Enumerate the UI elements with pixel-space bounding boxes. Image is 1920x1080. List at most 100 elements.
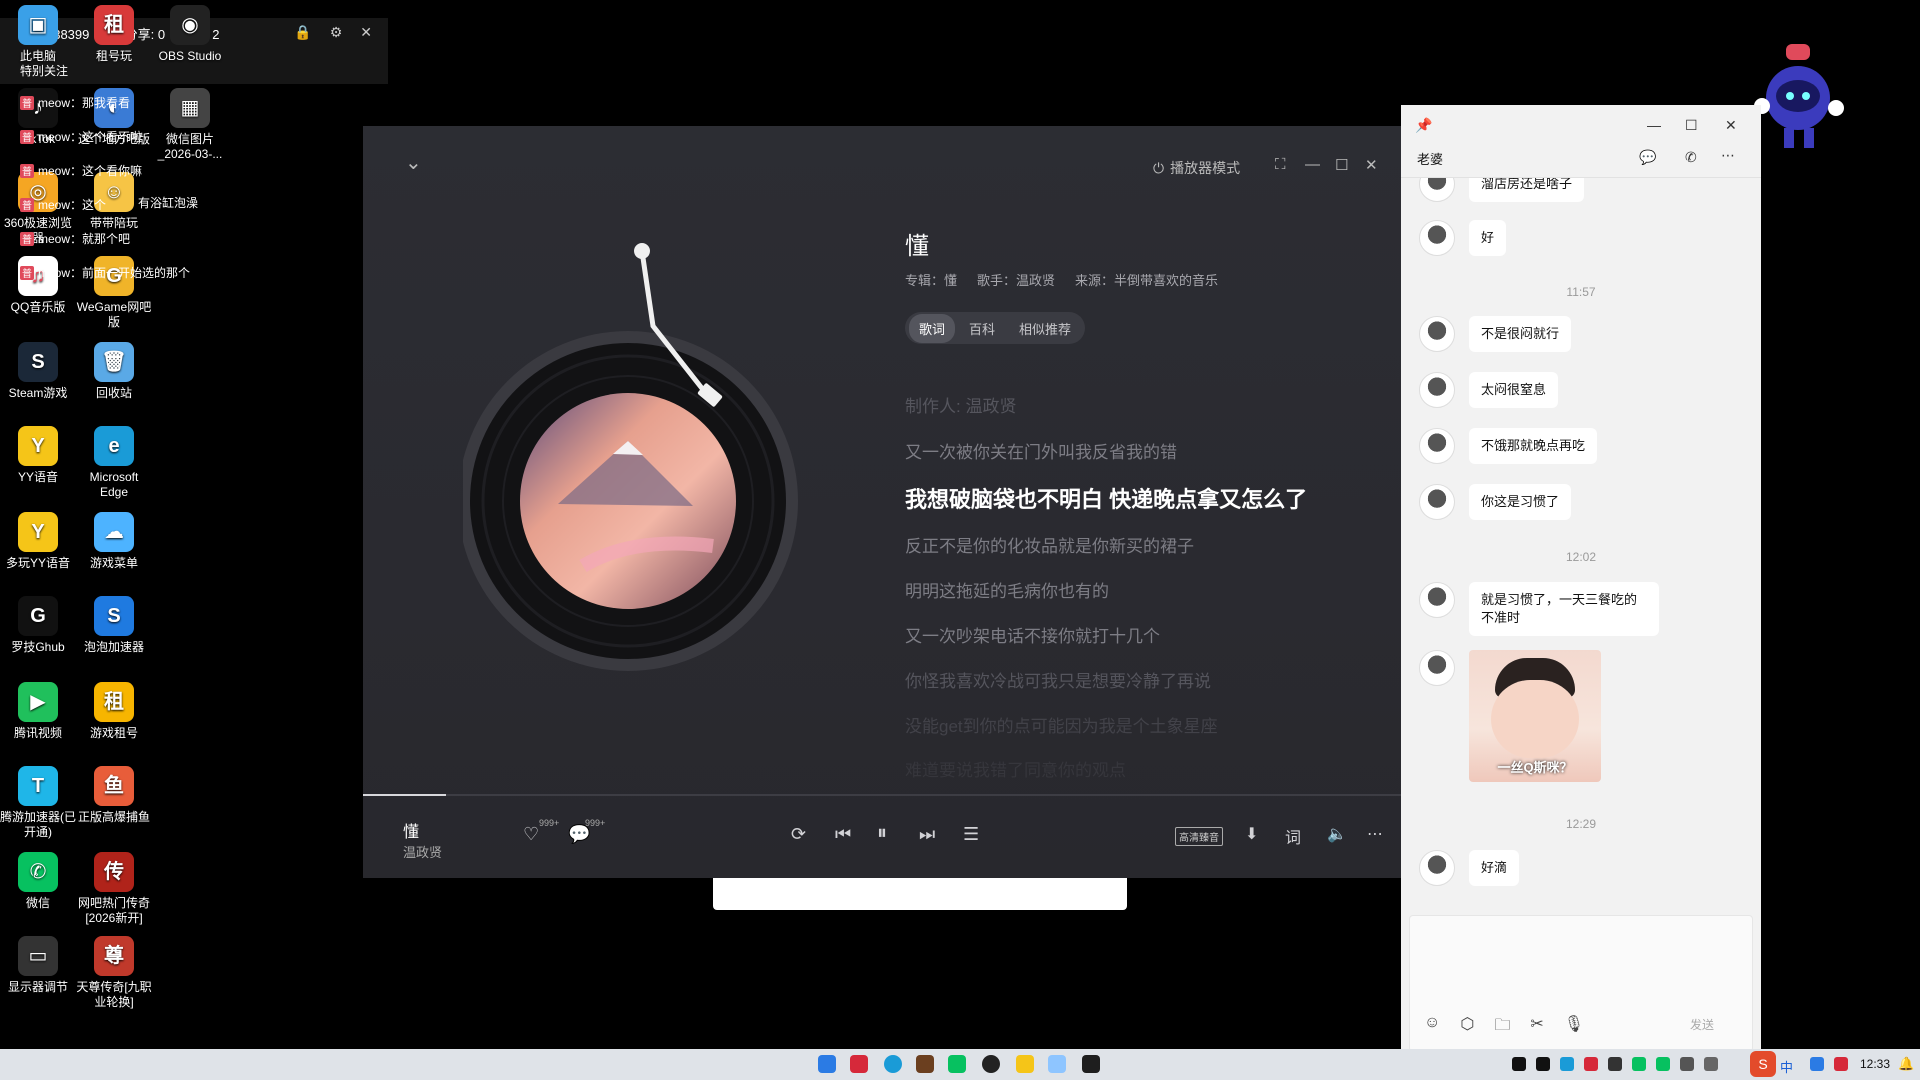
previous-icon[interactable]: ⏮ xyxy=(835,824,851,845)
desktop-icon[interactable]: 租租号玩 xyxy=(76,5,152,64)
desktop-icon[interactable]: 租游戏租号 xyxy=(76,682,152,741)
clock[interactable]: 12:33 xyxy=(1860,1057,1890,1071)
album-label[interactable]: 专辑：懂 xyxy=(905,270,957,289)
minimize-icon[interactable]: — xyxy=(1305,156,1320,173)
progress-track[interactable] xyxy=(363,794,1403,796)
desktop-icon[interactable]: 鱼正版高爆捕鱼 xyxy=(76,766,152,825)
gear-icon[interactable]: ⚙ xyxy=(330,24,343,41)
message-bubble[interactable]: 你这是习惯了 xyxy=(1469,484,1572,520)
avatar[interactable] xyxy=(1419,178,1455,202)
desktop-icon[interactable]: ✆ 微信 xyxy=(0,852,76,911)
message-input[interactable]: ☺ ⬡ 🗀 ✂ 🎙 发送 xyxy=(1409,915,1753,1052)
tray-app-icon[interactable] xyxy=(1834,1057,1848,1071)
notification-bell-icon[interactable]: 🔔 xyxy=(1898,1056,1914,1072)
phone-icon[interactable]: ✆ xyxy=(1685,149,1697,166)
avatar[interactable] xyxy=(1419,484,1455,520)
desktop-icon[interactable]: e Microsoft Edge xyxy=(76,426,152,500)
wechat-icon[interactable] xyxy=(948,1055,966,1073)
desktop-icon[interactable]: 有浴缸泡澡 xyxy=(130,196,206,211)
box-icon[interactable]: ⬡ xyxy=(1460,1014,1474,1041)
desktop-icon[interactable]: ▦ 微信图片_2026-03-... xyxy=(152,88,228,162)
lock-icon[interactable]: 🔒 xyxy=(294,24,311,41)
tab-lyrics[interactable]: 歌词 xyxy=(909,313,956,343)
desktop-icon[interactable]: ☁ 游戏菜单 xyxy=(76,512,152,571)
message-bubble[interactable]: 不是很闷就行 xyxy=(1469,316,1572,352)
microphone-icon[interactable]: 🎙 xyxy=(1564,1014,1584,1041)
chat-contact-name[interactable]: 老婆 xyxy=(1417,149,1443,168)
volume-icon[interactable]: 🔈 xyxy=(1327,824,1347,844)
desktop-icon[interactable]: Y YY语音 xyxy=(0,426,76,485)
message-bubble[interactable]: 好滴 xyxy=(1469,850,1520,886)
singer-label[interactable]: 歌手：温政贤 xyxy=(977,270,1055,289)
sogou-ime-icon[interactable]: S xyxy=(1750,1051,1776,1077)
scissors-icon[interactable]: ✂ xyxy=(1530,1014,1543,1041)
lyrics-icon[interactable]: 词 xyxy=(1285,824,1301,848)
close-icon[interactable]: ✕ xyxy=(1365,156,1378,174)
robot-mascot-icon[interactable] xyxy=(1750,42,1850,154)
desktop-icon[interactable]: ▶ 腾讯视频 xyxy=(0,682,76,741)
app-icon[interactable] xyxy=(1082,1055,1100,1073)
now-playing-artist[interactable]: 温政贤 xyxy=(403,842,442,861)
desktop-icon[interactable]: S 泡泡加速器 xyxy=(76,596,152,655)
like-heart-icon[interactable]: ♡ xyxy=(523,824,539,845)
desktop-icon[interactable]: S Steam游戏 xyxy=(0,342,76,401)
start-icon[interactable] xyxy=(818,1055,836,1073)
tray-app-icon[interactable] xyxy=(1560,1057,1574,1071)
source-label[interactable]: 来源：半倒带喜欢的音乐 xyxy=(1075,270,1218,289)
message-bubble[interactable]: 不饿那就晚点再吃 xyxy=(1469,428,1598,464)
desktop-icon[interactable]: 尊天尊传奇[九职业轮换] xyxy=(76,936,152,1010)
tab-wiki[interactable]: 百科 xyxy=(959,314,1005,343)
close-icon[interactable]: ✕ xyxy=(1725,117,1737,134)
emoji-icon[interactable]: ☺ xyxy=(1424,1014,1440,1041)
netease-music-icon[interactable] xyxy=(850,1055,868,1073)
avatar[interactable] xyxy=(1419,850,1455,886)
message-bubble[interactable]: 太闷很窒息 xyxy=(1469,372,1559,408)
minimize-icon[interactable]: — xyxy=(1647,117,1661,133)
avatar[interactable] xyxy=(1419,316,1455,352)
ime-mode[interactable]: 中 xyxy=(1780,1057,1793,1076)
pause-icon[interactable]: ⏸ xyxy=(877,822,887,845)
sticker-image[interactable]: 一丝Q斯咪？ xyxy=(1469,650,1601,782)
desktop-icon[interactable]: 传网吧热门传奇[2026新开] xyxy=(76,852,152,926)
app-icon[interactable] xyxy=(916,1055,934,1073)
desktop-icon[interactable]: G 罗技Ghub xyxy=(0,596,76,655)
folder-icon[interactable]: 🗀 xyxy=(1494,1014,1510,1041)
message-bubble[interactable]: 好 xyxy=(1469,220,1507,256)
desktop-icon[interactable]: ▣ 此电脑 xyxy=(0,5,76,64)
playlist-icon[interactable]: ☰ xyxy=(963,824,979,845)
desktop-icon[interactable]: ◉ OBS Studio xyxy=(152,5,228,64)
maximize-icon[interactable]: ☐ xyxy=(1685,117,1698,134)
more-icon[interactable]: ⋯ xyxy=(1721,147,1735,164)
avatar[interactable] xyxy=(1419,428,1455,464)
avatar[interactable] xyxy=(1419,582,1455,618)
edge-icon[interactable] xyxy=(884,1055,902,1073)
pin-icon[interactable]: 📌 xyxy=(1415,117,1432,134)
cloud-icon[interactable] xyxy=(1048,1055,1066,1073)
more-icon[interactable]: ⋯ xyxy=(1367,824,1383,844)
next-icon[interactable]: ⏭ xyxy=(919,824,935,845)
fullscreen-icon[interactable]: ⛶ xyxy=(1275,156,1286,173)
tray-app-icon[interactable] xyxy=(1632,1057,1646,1071)
tray-app-icon[interactable] xyxy=(1680,1057,1694,1071)
avatar[interactable] xyxy=(1419,372,1455,408)
tray-app-icon[interactable] xyxy=(1584,1057,1598,1071)
yy-icon[interactable] xyxy=(1016,1055,1034,1073)
player-mode-button[interactable]: ⏻ 播放器模式 xyxy=(1153,158,1240,178)
maximize-icon[interactable]: ☐ xyxy=(1335,156,1348,174)
chat-bubble-icon[interactable]: 💬 xyxy=(1639,149,1656,166)
send-button[interactable]: 发送 xyxy=(1690,1016,1714,1033)
quality-badge[interactable]: 高清臻音 xyxy=(1175,827,1223,846)
obs-icon[interactable] xyxy=(982,1055,1000,1073)
desktop-icon[interactable]: Y 多玩YY语音 xyxy=(0,512,76,571)
tab-similar[interactable]: 相似推荐 xyxy=(1009,314,1081,343)
desktop-icon[interactable]: T 腾游加速器(已开通) xyxy=(0,766,76,840)
download-icon[interactable]: ⬇ xyxy=(1245,824,1258,844)
desktop-icon[interactable]: ▭ 显示器调节 xyxy=(0,936,76,995)
collapse-chevron-icon[interactable]: ⌄ xyxy=(405,150,422,175)
desktop-icon[interactable]: 🗑 回收站 xyxy=(76,342,152,401)
tray-app-icon[interactable] xyxy=(1608,1057,1622,1071)
tray-app-icon[interactable] xyxy=(1704,1057,1718,1071)
message-bubble[interactable]: 就是习惯了，一天三餐吃的不准时 xyxy=(1469,582,1659,636)
message-bubble[interactable]: 溜店房还是啥子 xyxy=(1469,178,1585,202)
close-icon[interactable]: ✕ xyxy=(360,24,372,41)
